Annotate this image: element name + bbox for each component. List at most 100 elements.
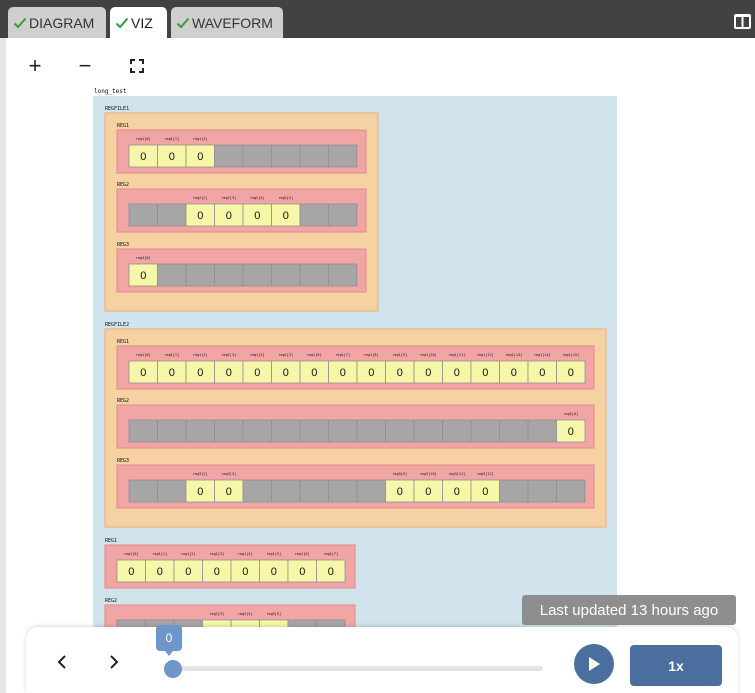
last-updated-toast: Last updated 13 hours ago [522, 595, 736, 625]
cell-label: reg2[4] [238, 612, 253, 616]
cell-label: reg1[7] [335, 353, 350, 357]
cell-value: 0 [157, 566, 163, 578]
tab-label: DIAGRAM [29, 14, 95, 31]
cell-label: reg1[13] [505, 353, 522, 357]
cell-label: reg1[2] [193, 137, 208, 141]
cell-label: reg1[11] [448, 353, 465, 357]
tab-bar: DIAGRAM VIZ WAVEFORM [0, 0, 755, 38]
cell-label: reg3[11] [448, 472, 465, 476]
cell-label: reg1[8] [364, 353, 379, 357]
cell-label: reg1[4] [250, 353, 265, 357]
register-cell-empty [214, 263, 244, 287]
step-back-button[interactable] [52, 650, 72, 674]
play-button[interactable] [574, 644, 614, 684]
tab-waveform[interactable]: WAVEFORM [171, 7, 283, 38]
regfile-label: REGFILE1 [105, 106, 129, 112]
tab-viz[interactable]: VIZ [110, 7, 167, 38]
cell-label: reg3[3] [221, 472, 236, 476]
cell-value: 0 [242, 566, 248, 578]
register-label: REG2 [105, 598, 117, 604]
register-cell-empty [356, 479, 386, 503]
cell-value: 0 [271, 566, 277, 578]
cell-value: 0 [482, 367, 488, 379]
cell-value: 0 [299, 566, 305, 578]
top-module-label: long_test [94, 88, 127, 95]
cell-value: 0 [511, 367, 517, 379]
cell-label: reg1[3] [209, 552, 224, 556]
cell-value: 0 [283, 210, 289, 222]
cell-value: 0 [169, 151, 175, 163]
tab-diagram[interactable]: DIAGRAM [8, 7, 106, 38]
speed-button[interactable]: 1x [630, 645, 722, 686]
register-cell-empty [470, 419, 500, 443]
split-view-icon[interactable] [733, 13, 752, 30]
cell-value: 0 [254, 367, 260, 379]
cell-label: reg1[7] [323, 552, 338, 556]
fit-view-button[interactable] [127, 56, 147, 76]
cell-label: reg2[3] [221, 196, 236, 200]
register-cell-empty [242, 419, 272, 443]
cell-label: reg1[15] [562, 353, 579, 357]
cell-label: reg2[2] [193, 196, 208, 200]
cell-label: reg2[5] [278, 196, 293, 200]
cell-label: reg3[10] [420, 472, 437, 476]
cell-value: 0 [254, 210, 260, 222]
register-cell-empty [527, 479, 557, 503]
cell-value: 0 [197, 486, 203, 498]
cell-value: 0 [397, 367, 403, 379]
zoom-in-button[interactable]: + [25, 55, 45, 77]
register-cell-empty [328, 419, 358, 443]
cell-label: reg2[3] [209, 612, 224, 616]
register-cell-empty [157, 479, 187, 503]
check-icon [176, 17, 190, 28]
register-cell-empty [214, 419, 244, 443]
cell-label: reg1[2] [181, 552, 196, 556]
cell-value: 0 [482, 486, 488, 498]
register-cell-empty [299, 263, 329, 287]
register-cell-empty [499, 419, 529, 443]
cell-value: 0 [454, 486, 460, 498]
cell-value: 0 [539, 367, 545, 379]
register-label: REG3 [117, 242, 129, 248]
cell-label: reg1[0] [124, 552, 139, 556]
cell-value: 0 [425, 486, 431, 498]
cell-value: 0 [425, 367, 431, 379]
cell-label: reg3[12] [477, 472, 494, 476]
timeline-slider-thumb[interactable] [164, 660, 182, 678]
register-cell-empty [271, 263, 301, 287]
step-forward-button[interactable] [104, 650, 124, 674]
register-cell-empty [128, 419, 158, 443]
play-icon [589, 657, 600, 671]
check-icon [115, 17, 129, 28]
register-cell-empty [499, 479, 529, 503]
register-cell-empty [413, 419, 443, 443]
tab-label: WAVEFORM [192, 14, 273, 31]
register-cell-empty [299, 419, 329, 443]
timeline-slider-track[interactable] [173, 666, 543, 671]
cell-label: reg1[0] [136, 353, 151, 357]
cell-label: reg1[9] [392, 353, 407, 357]
cell-label: reg1[1] [152, 552, 167, 556]
cell-value: 0 [169, 367, 175, 379]
cell-label: reg1[10] [420, 353, 437, 357]
register-cell-empty [185, 263, 215, 287]
register-cell-empty [328, 479, 358, 503]
register-label: REG2 [117, 182, 129, 188]
register-cell-empty [242, 479, 272, 503]
cell-value: 0 [226, 486, 232, 498]
cell-value: 0 [283, 367, 289, 379]
cell-label: reg1[2] [193, 353, 208, 357]
register-label: REG3 [117, 458, 129, 464]
register-cell-empty [328, 144, 358, 168]
chevron-left-icon [57, 655, 66, 669]
register-cell-empty [214, 144, 244, 168]
register-label: REG1 [117, 339, 129, 345]
register-label: REG2 [117, 398, 129, 404]
cell-value: 0 [311, 367, 317, 379]
cell-label: reg3[0] [136, 256, 151, 260]
slider-value: 0 [165, 631, 173, 645]
register-label: REG1 [117, 123, 129, 129]
cell-value: 0 [340, 367, 346, 379]
cell-label: reg1[3] [221, 353, 236, 357]
zoom-out-button[interactable]: − [75, 55, 95, 77]
